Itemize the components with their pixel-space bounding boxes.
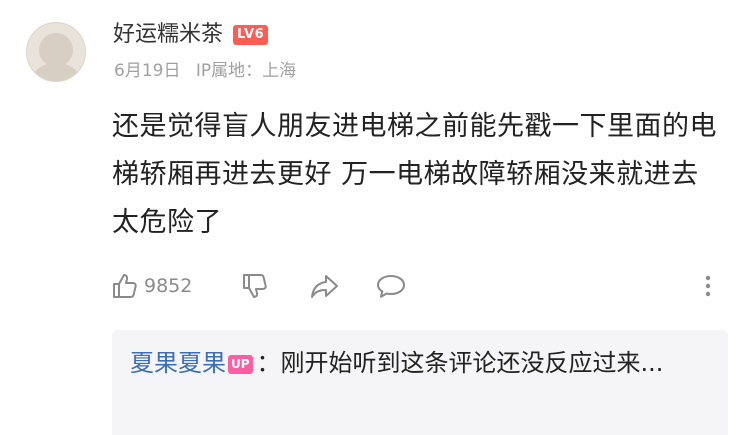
level-badge: LV6	[233, 25, 269, 45]
avatar-placeholder-head	[39, 33, 73, 67]
avatar-placeholder-body	[33, 63, 79, 81]
reply-button[interactable]	[375, 268, 407, 304]
up-badge: UP	[228, 355, 253, 374]
comment-body: 还是觉得盲人朋友进电梯之前能先戳一下里面的电梯轿厢再进去更好 万一电梯故障轿厢没…	[112, 111, 717, 238]
comment-username[interactable]: 好运糯米茶	[113, 18, 223, 52]
comment-header: 好运糯米茶 LV6	[113, 18, 269, 52]
comment-actions: 9852	[110, 268, 730, 304]
more-vertical-icon	[702, 271, 714, 301]
user-avatar[interactable]	[26, 22, 86, 82]
reply-content: 夏果夏果 UP ：刚开始听到这条评论还没反应过来...	[130, 344, 715, 382]
reply-separator: ：	[256, 349, 281, 377]
reply-text: 刚开始听到这条评论还没反应过来...	[280, 349, 664, 377]
share-icon	[308, 271, 340, 301]
more-options-button[interactable]	[702, 268, 714, 304]
reply-username[interactable]: 夏果夏果	[130, 349, 226, 377]
thumbs-up-icon	[110, 271, 140, 301]
like-button[interactable]: 9852	[110, 268, 192, 304]
share-button[interactable]	[308, 268, 340, 304]
reply-preview[interactable]: 夏果夏果 UP ：刚开始听到这条评论还没反应过来...	[112, 330, 728, 435]
thumbs-down-icon	[240, 271, 270, 301]
comment-date: 6月19日	[114, 61, 181, 81]
ip-location: IP属地：上海	[195, 61, 297, 81]
comment-meta: 6月19日 IP属地：上海	[114, 58, 296, 84]
comment-icon	[375, 271, 407, 301]
dislike-button[interactable]	[240, 268, 270, 304]
like-count: 9852	[144, 275, 193, 297]
